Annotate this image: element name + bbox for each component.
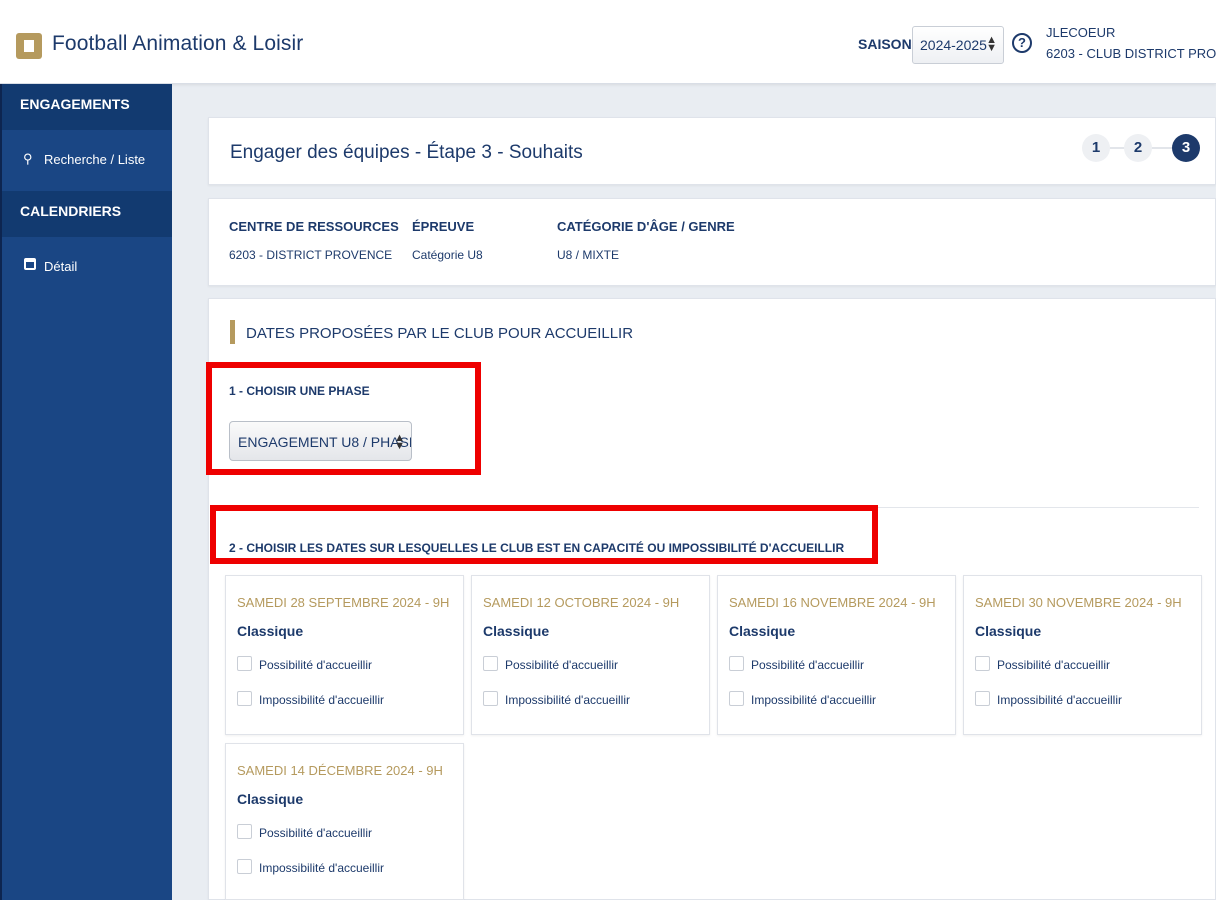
page-title: Engager des équipes - Étape 3 - Souhaits xyxy=(230,142,583,163)
sidebar-section-calendriers: CALENDRIERS xyxy=(0,191,172,237)
option-label: Possibilité d'accueillir xyxy=(751,658,865,672)
sidebar-section-engagements: ENGAGEMENTS xyxy=(0,84,172,130)
option-label: Impossibilité d'accueillir xyxy=(259,861,385,875)
date-label: SAMEDI 28 SEPTEMBRE 2024 - 9H xyxy=(237,595,450,610)
checkbox[interactable] xyxy=(237,859,252,874)
option-label: Impossibilité d'accueillir xyxy=(505,693,631,707)
date-label: SAMEDI 14 DÉCEMBRE 2024 - 9H xyxy=(237,763,443,778)
step-2[interactable]: 2 xyxy=(1124,134,1152,162)
match-type: Classique xyxy=(483,623,550,639)
checkbox[interactable] xyxy=(483,656,498,671)
highlight-box-phase xyxy=(206,362,481,475)
option-label: Impossibilité d'accueillir xyxy=(751,693,877,707)
date-label: SAMEDI 30 NOVEMBRE 2024 - 9H xyxy=(975,595,1182,610)
section-accent-bar xyxy=(230,320,235,344)
user-name[interactable]: JLECOEUR xyxy=(1046,25,1115,40)
option-label: Impossibilité d'accueillir xyxy=(259,693,385,707)
date-card: SAMEDI 12 OCTOBRE 2024 - 9H Classique Po… xyxy=(471,575,710,735)
option-label: Possibilité d'accueillir xyxy=(259,826,373,840)
search-icon: ⚲ xyxy=(23,151,33,166)
step-1[interactable]: 1 xyxy=(1082,134,1110,162)
saison-label: SAISON xyxy=(858,36,912,52)
sidebar-item-detail[interactable]: Détail xyxy=(0,237,172,298)
help-icon[interactable]: ? xyxy=(1012,33,1032,53)
sidebar-item-label: Détail xyxy=(44,259,78,274)
checkbox[interactable] xyxy=(483,691,498,706)
top-header: Football Animation & Loisir SAISON 2024-… xyxy=(0,0,1216,84)
checkbox[interactable] xyxy=(237,824,252,839)
checkbox[interactable] xyxy=(729,691,744,706)
highlight-box-dates xyxy=(210,505,878,564)
sidebar-item-recherche[interactable]: ⚲ Recherche / Liste xyxy=(0,130,172,191)
select-arrows-icon: ▲ ▼ xyxy=(986,34,997,54)
match-type: Classique xyxy=(975,623,1042,639)
step-indicator: 1 2 3 xyxy=(1082,130,1202,166)
match-type: Classique xyxy=(729,623,796,639)
user-club: 6203 - CLUB DISTRICT PROVENCE xyxy=(1046,46,1216,61)
calendar-icon xyxy=(24,258,36,270)
checkbox[interactable] xyxy=(975,691,990,706)
epreuve-value: Catégorie U8 xyxy=(412,248,483,262)
option-label: Possibilité d'accueillir xyxy=(997,658,1111,672)
match-type: Classique xyxy=(237,791,304,807)
app-title[interactable]: Football Animation & Loisir xyxy=(52,32,303,56)
checkbox[interactable] xyxy=(237,691,252,706)
categorie-value: U8 / MIXTE xyxy=(557,248,620,262)
option-label: Possibilité d'accueillir xyxy=(505,658,619,672)
checkbox[interactable] xyxy=(237,656,252,671)
step-3[interactable]: 3 xyxy=(1172,134,1200,162)
date-label: SAMEDI 16 NOVEMBRE 2024 - 9H xyxy=(729,595,936,610)
saison-value: 2024-2025 xyxy=(920,37,987,53)
match-type: Classique xyxy=(237,623,304,639)
saison-select[interactable]: 2024-2025 ▲ ▼ xyxy=(912,26,1004,64)
info-panel xyxy=(208,198,1216,286)
date-card: SAMEDI 14 DÉCEMBRE 2024 - 9H Classique P… xyxy=(225,743,464,900)
sidebar-item-label: Recherche / Liste xyxy=(44,152,146,167)
categorie-label: CATÉGORIE D'ÂGE / GENRE xyxy=(557,219,735,234)
sidebar: ENGAGEMENTS ⚲ Recherche / Liste CALENDRI… xyxy=(0,84,172,900)
date-card: SAMEDI 16 NOVEMBRE 2024 - 9H Classique P… xyxy=(717,575,956,735)
date-card: SAMEDI 28 SEPTEMBRE 2024 - 9H Classique … xyxy=(225,575,464,735)
window-edge xyxy=(0,84,2,900)
date-card: SAMEDI 30 NOVEMBRE 2024 - 9H Classique P… xyxy=(963,575,1202,735)
option-label: Possibilité d'accueillir xyxy=(259,658,373,672)
centre-value: 6203 - DISTRICT PROVENCE xyxy=(229,248,393,262)
section-title: DATES PROPOSÉES PAR LE CLUB POUR ACCUEIL… xyxy=(246,325,634,342)
app-logo-icon xyxy=(16,33,42,59)
epreuve-label: ÉPREUVE xyxy=(412,219,475,234)
centre-label: CENTRE DE RESSOURCES xyxy=(229,219,399,234)
date-label: SAMEDI 12 OCTOBRE 2024 - 9H xyxy=(483,595,680,610)
checkbox[interactable] xyxy=(975,656,990,671)
checkbox[interactable] xyxy=(729,656,744,671)
option-label: Impossibilité d'accueillir xyxy=(997,693,1123,707)
